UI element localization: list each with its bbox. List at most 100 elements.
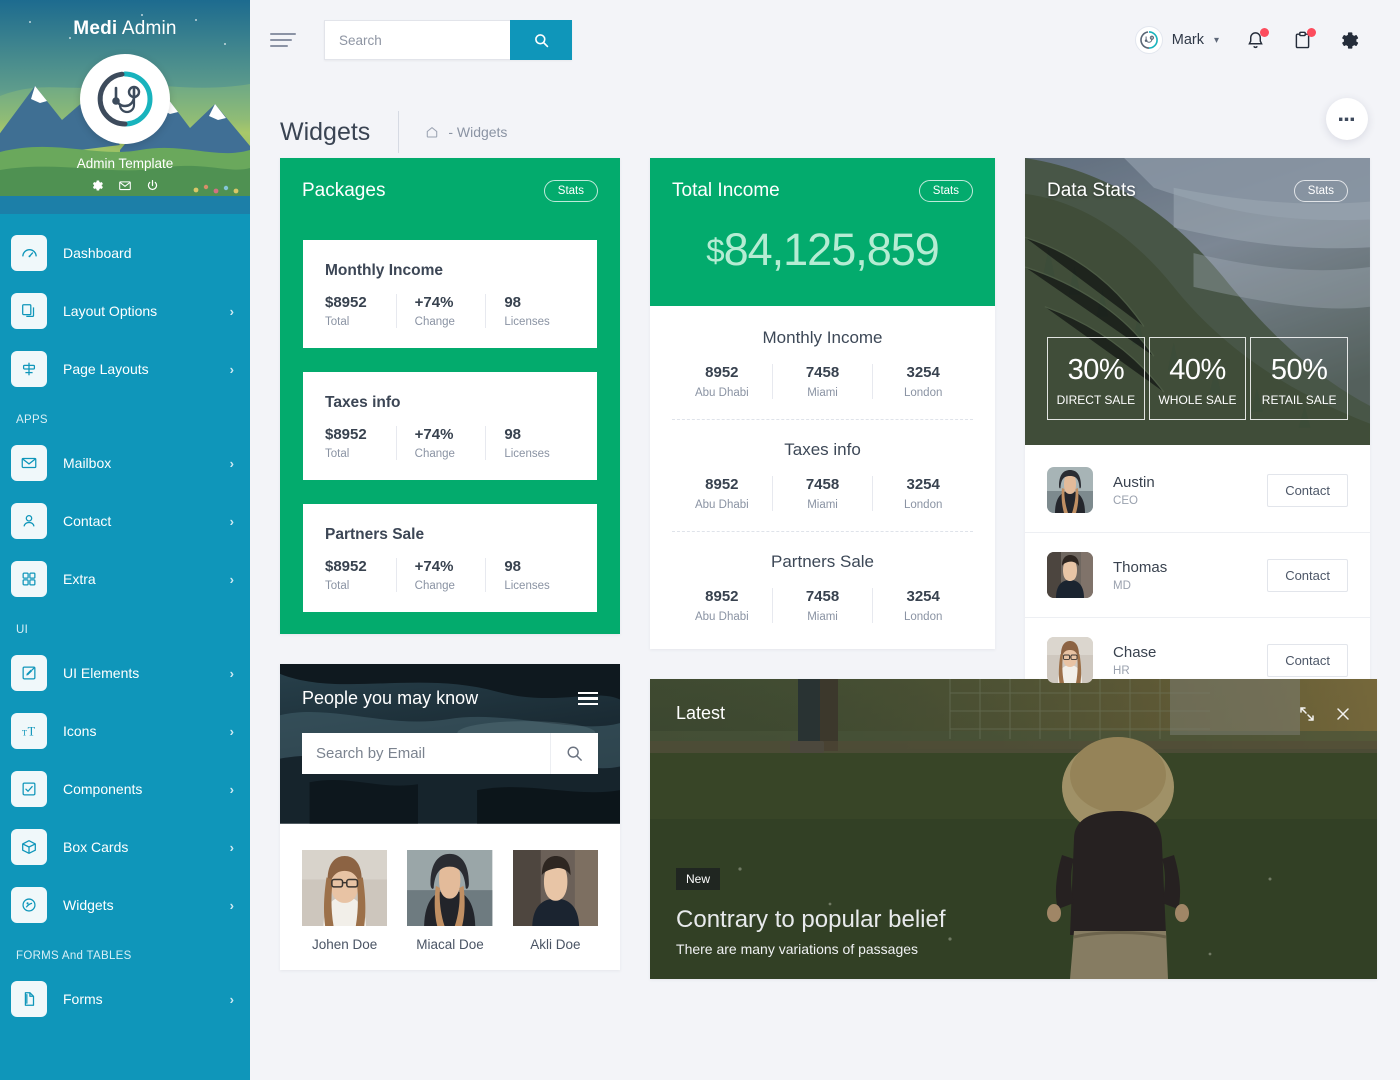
stat-value: $8952: [325, 294, 367, 311]
income-value: 7458: [805, 476, 840, 493]
stat-caption: Total: [325, 448, 350, 460]
close-icon[interactable]: [1335, 706, 1351, 722]
brand-subtitle: Admin Template: [76, 156, 174, 171]
sidebar-item-dashboard[interactable]: Dashboard: [0, 224, 250, 282]
search-button[interactable]: [510, 20, 572, 60]
contact-role: MD: [1113, 579, 1131, 592]
income-city: Abu Dhabi: [694, 499, 749, 511]
latest-headline: Contrary to popular belief: [676, 906, 946, 933]
people-list: Johen Doe Miacal Doe Akli Doe: [280, 826, 621, 970]
gear-icon: [1342, 31, 1359, 49]
expand-icon[interactable]: [1299, 706, 1315, 722]
person-photo: [302, 850, 388, 926]
mail-envelope-icon[interactable]: [118, 179, 132, 192]
data-stat-box: 40% WHOLE SALE: [1148, 337, 1247, 420]
topbar-right: Mark ▾: [1134, 26, 1360, 54]
settings-gear-icon[interactable]: [91, 179, 104, 192]
data-stats-stats-button[interactable]: Stats: [1293, 180, 1348, 202]
power-icon[interactable]: [146, 179, 159, 192]
contact-row: Austin CEO Contact: [1025, 448, 1370, 533]
stat-caption: Licenses: [504, 448, 550, 460]
income-value: 3254: [906, 364, 940, 381]
brand-bold: Medi: [73, 18, 118, 39]
chevron-right-icon: ›: [229, 513, 234, 529]
contact-name: Austin: [1113, 473, 1155, 491]
income-city: Miami: [807, 611, 838, 623]
sidebar-toggle-icon[interactable]: [270, 29, 296, 51]
latest-card: Latest New Contrary to popular belief Th…: [650, 679, 1378, 979]
income-row: 8952 Abu Dhabi 7458 Miami 3254 London: [672, 476, 973, 511]
income-section: Partners Sale 8952 Abu Dhabi 7458 Miami: [672, 531, 974, 623]
page-header: Widgets - Widgets: [250, 80, 1400, 158]
total-income-title: Total Income: [672, 180, 780, 201]
contact-meta: Chase HR: [1113, 644, 1267, 677]
person-card[interactable]: Akli Doe: [512, 850, 599, 952]
page-title: Widgets: [280, 117, 371, 146]
settings-button[interactable]: [1339, 30, 1360, 51]
contact-meta: Austin CEO: [1113, 474, 1267, 507]
avatar: [1134, 26, 1163, 54]
search-icon: [534, 33, 548, 47]
person-name: Miacal Doe: [416, 937, 484, 952]
pencil-square-icon: [11, 655, 47, 691]
packages-stats-button[interactable]: Stats: [543, 180, 599, 202]
income-cell: 3254 London: [872, 476, 973, 511]
sidebar-item-icons[interactable]: TT Icons ›: [0, 702, 250, 760]
contact-button[interactable]: Contact: [1267, 558, 1348, 592]
income-city: Miami: [807, 499, 838, 511]
people-search-input[interactable]: [302, 733, 551, 774]
stat-value: 98: [504, 426, 522, 443]
user-menu[interactable]: Mark ▾: [1134, 26, 1219, 54]
total-income-stats-button[interactable]: Stats: [918, 180, 974, 202]
contact-button[interactable]: Contact: [1267, 473, 1348, 507]
stat-value: +74%: [414, 294, 454, 311]
tasks-button[interactable]: [1292, 27, 1316, 51]
sidebar-item-label: Dashboard: [63, 245, 132, 261]
contact-meta: Thomas MD: [1113, 559, 1267, 592]
sidebar-item-label: Layout Options: [63, 303, 158, 319]
young-man-avatar: [1047, 552, 1094, 598]
envelope-icon: [11, 445, 47, 481]
chevron-right-icon: ›: [229, 455, 234, 471]
person-card[interactable]: Johen Doe: [302, 850, 388, 952]
data-stats-card: Data Stats Stats 30% DIRECT SALE 40% WHO…: [1025, 158, 1370, 702]
contact-avatar: [1047, 552, 1094, 598]
sidebar-item-layout-options[interactable]: Layout Options ›: [0, 282, 250, 340]
sidebar-item-label: Icons: [63, 723, 97, 739]
more-options-button[interactable]: [1326, 98, 1368, 140]
chevron-right-icon: ›: [229, 897, 234, 913]
sidebar-item-extra[interactable]: Extra ›: [0, 550, 250, 608]
sidebar-item-label: Components: [63, 781, 143, 797]
latest-title: Latest: [676, 703, 726, 723]
total-income-sections: Monthly Income 8952 Abu Dhabi 7458 Miami: [650, 306, 995, 649]
person-photo: [512, 850, 599, 926]
income-value: 8952: [705, 588, 739, 605]
people-card-menu-icon[interactable]: [578, 689, 599, 709]
sidebar-item-forms[interactable]: Forms ›: [0, 970, 250, 1028]
sidebar-header: Medi Admin Admin Template: [0, 0, 250, 214]
contact-button[interactable]: Contact: [1267, 643, 1348, 677]
income-value: 3254: [906, 588, 940, 605]
package-box: Partners Sale $8952 Total +74% Change 98…: [303, 504, 598, 612]
people-search-button[interactable]: [550, 733, 599, 774]
sidebar-item-contact[interactable]: Contact ›: [0, 492, 250, 550]
stat-caption: Total: [325, 316, 350, 328]
stat-value: 98: [504, 558, 522, 575]
person-card[interactable]: Miacal Doe: [407, 850, 493, 952]
income-city: London: [904, 387, 943, 399]
total-income-title-row: Total Income Stats: [672, 180, 974, 202]
stat-value: 98: [504, 294, 522, 311]
package-box: Taxes info $8952 Total +74% Change 98 Li…: [303, 372, 598, 480]
sidebar-item-box-cards[interactable]: Box Cards ›: [0, 818, 250, 876]
sidebar-item-widgets[interactable]: Widgets ›: [0, 876, 250, 934]
search-input[interactable]: [324, 20, 510, 60]
sidebar-item-ui-elements[interactable]: UI Elements ›: [0, 644, 250, 702]
stat-caption: Change: [414, 448, 455, 460]
notifications-button[interactable]: [1245, 27, 1269, 51]
stat-caption: Total: [325, 580, 350, 592]
data-stat-percent: 50%: [1270, 354, 1328, 386]
sidebar-item-components[interactable]: Components ›: [0, 760, 250, 818]
home-icon[interactable]: [425, 125, 439, 139]
sidebar-item-page-layouts[interactable]: Page Layouts ›: [0, 340, 250, 398]
sidebar-item-mailbox[interactable]: Mailbox ›: [0, 434, 250, 492]
